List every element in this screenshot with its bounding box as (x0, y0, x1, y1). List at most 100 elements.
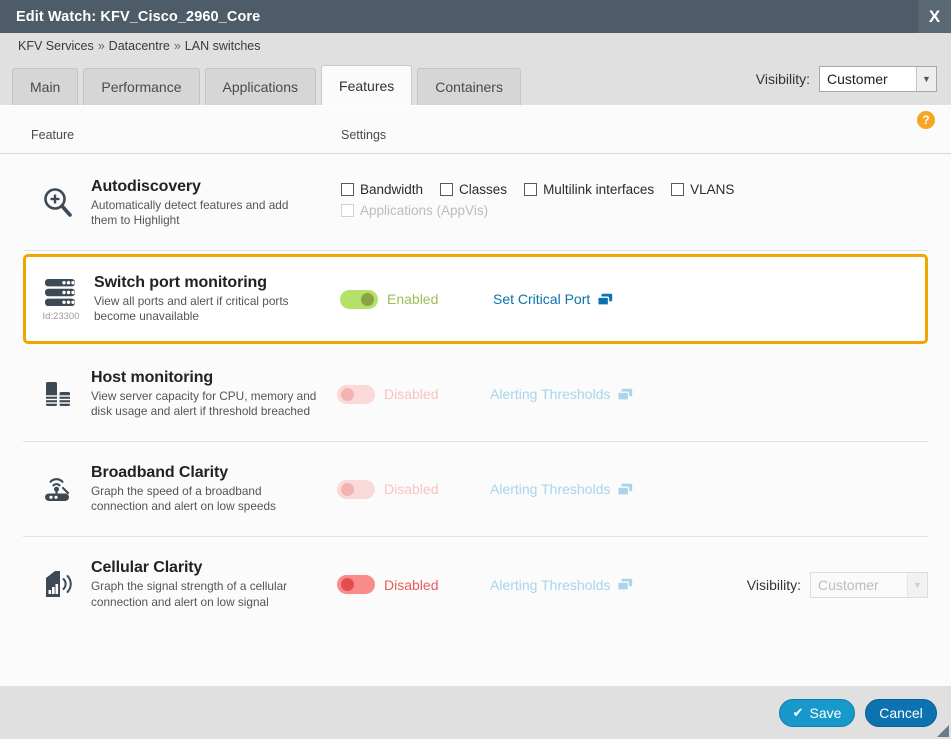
feature-row-autodiscovery: Autodiscovery Automatically detect featu… (23, 156, 928, 251)
link-label: Alerting Thresholds (490, 481, 610, 497)
checkbox-bandwidth[interactable]: Bandwidth (341, 182, 423, 197)
feature-row-cellular-clarity: Cellular Clarity Graph the signal streng… (23, 537, 928, 632)
save-button[interactable]: ✔ Save (779, 699, 855, 727)
popout-icon (617, 483, 633, 496)
column-header-settings: Settings (341, 128, 386, 142)
close-icon[interactable]: X (918, 0, 951, 33)
top-visibility-select[interactable]: Customer ▼ (819, 66, 937, 92)
toggle-host-monitoring[interactable] (337, 385, 375, 404)
checkbox-vlans[interactable]: VLANS (671, 182, 734, 197)
feature-row-switch-port-monitoring[interactable]: Id:23300 Switch port monitoring View all… (23, 254, 928, 344)
toggle-broadband-clarity[interactable] (337, 480, 375, 499)
magnifier-plus-icon (23, 186, 85, 220)
checkbox-label: Applications (AppVis) (360, 203, 488, 218)
column-headers: Feature Settings (0, 128, 951, 154)
feature-title: Switch port monitoring (94, 274, 338, 292)
top-visibility-value: Customer (820, 71, 888, 87)
feature-text-switch-port-monitoring: Switch port monitoring View all ports an… (88, 274, 338, 324)
alerting-thresholds-link-cellular: Alerting Thresholds (490, 577, 633, 593)
breadcrumb-item-datacentre[interactable]: Datacentre (109, 39, 170, 53)
feature-title: Host monitoring (91, 369, 335, 387)
feature-list: Autodiscovery Automatically detect featu… (23, 156, 928, 632)
column-header-feature: Feature (31, 128, 74, 142)
toggle-group-cellular-clarity: Disabled (337, 575, 438, 594)
link-label: Set Critical Port (493, 291, 590, 307)
set-critical-port-link[interactable]: Set Critical Port (493, 291, 613, 307)
toggle-group-switch-port-monitoring: Enabled (340, 290, 438, 309)
cellular-visibility-value: Customer (811, 577, 879, 593)
save-button-label: Save (809, 705, 841, 721)
switch-icon: Id:23300 (26, 277, 88, 322)
check-icon: ✔ (793, 705, 804, 721)
chevron-down-icon: ▼ (907, 573, 927, 597)
feature-row-host-monitoring: Host monitoring View server capacity for… (23, 347, 928, 442)
feature-description: Graph the signal strength of a cellular … (91, 579, 335, 609)
feature-text-broadband-clarity: Broadband Clarity Graph the speed of a b… (85, 464, 335, 514)
feature-description: Graph the speed of a broadband connectio… (91, 484, 335, 514)
breadcrumb-item-lan-switches[interactable]: LAN switches (185, 39, 261, 53)
checkbox-box[interactable] (671, 183, 684, 196)
top-visibility-control: Visibility: Customer ▼ (756, 66, 937, 92)
checkbox-label: Bandwidth (360, 182, 423, 197)
checkbox-row-secondary: Applications (AppVis) (341, 203, 751, 218)
top-visibility-label: Visibility: (756, 71, 810, 87)
settings-host-monitoring: Disabled Alerting Thresholds (335, 347, 928, 441)
checkbox-box[interactable] (440, 183, 453, 196)
toggle-knob (341, 388, 354, 401)
breadcrumb-separator: » (170, 39, 185, 53)
checkbox-multilink-interfaces[interactable]: Multilink interfaces (524, 182, 654, 197)
settings-cellular-clarity: Disabled Alerting Thresholds Visibility: (335, 537, 928, 632)
features-panel: ? Feature Settings Autodisc (0, 105, 951, 686)
checkbox-label: VLANS (690, 182, 734, 197)
toggle-cellular-clarity[interactable] (337, 575, 375, 594)
breadcrumb: KFV Services » Datacentre » LAN switches (0, 33, 951, 59)
feature-id-label: Id:23300 (43, 311, 80, 322)
feature-text-host-monitoring: Host monitoring View server capacity for… (85, 369, 335, 419)
settings-autodiscovery: Bandwidth Classes Multilink interfaces (335, 156, 928, 250)
resize-grip-icon[interactable] (937, 725, 949, 737)
tab-containers[interactable]: Containers (417, 68, 521, 105)
settings-switch-port-monitoring: Enabled Set Critical Port (338, 257, 925, 341)
chevron-down-icon: ▼ (916, 67, 936, 91)
breadcrumb-separator: » (94, 39, 109, 53)
tab-features[interactable]: Features (321, 65, 412, 105)
link-label: Alerting Thresholds (490, 386, 610, 402)
toggle-knob (341, 578, 354, 591)
window-titlebar: Edit Watch: KFV_Cisco_2960_Core X (0, 0, 951, 33)
cellular-visibility-control: Visibility: Customer ▼ (747, 572, 928, 598)
help-icon[interactable]: ? (917, 111, 935, 129)
edit-watch-dialog: Edit Watch: KFV_Cisco_2960_Core X KFV Se… (0, 0, 951, 739)
server-icon (23, 378, 85, 410)
toggle-group-host-monitoring: Disabled (337, 385, 438, 404)
cellular-visibility-select: Customer ▼ (810, 572, 928, 598)
feature-row-broadband-clarity: Broadband Clarity Graph the speed of a b… (23, 442, 928, 537)
feature-description: Automatically detect features and add th… (91, 198, 335, 228)
cancel-button[interactable]: Cancel (865, 699, 937, 727)
checkbox-label: Classes (459, 182, 507, 197)
popout-icon (617, 578, 633, 591)
feature-description: View server capacity for CPU, memory and… (91, 389, 335, 419)
tab-main[interactable]: Main (12, 68, 78, 105)
tab-applications[interactable]: Applications (205, 68, 317, 105)
toggle-state-label: Disabled (384, 577, 438, 593)
checkbox-box[interactable] (341, 183, 354, 196)
checkbox-classes[interactable]: Classes (440, 182, 507, 197)
toggle-switch-port-monitoring[interactable] (340, 290, 378, 309)
tab-performance[interactable]: Performance (83, 68, 199, 105)
alerting-thresholds-link-broadband: Alerting Thresholds (490, 481, 633, 497)
window-title: Edit Watch: KFV_Cisco_2960_Core (0, 9, 260, 25)
checkbox-box[interactable] (524, 183, 537, 196)
router-icon (23, 473, 85, 505)
checkbox-box (341, 204, 354, 217)
link-label: Alerting Thresholds (490, 577, 610, 593)
toggle-group-broadband-clarity: Disabled (337, 480, 438, 499)
dialog-footer: ✔ Save Cancel (0, 686, 951, 739)
cellular-visibility-label: Visibility: (747, 577, 801, 593)
feature-text-cellular-clarity: Cellular Clarity Graph the signal streng… (85, 559, 335, 609)
toggle-state-label: Disabled (384, 481, 438, 497)
feature-title: Cellular Clarity (91, 559, 335, 577)
popout-icon (617, 388, 633, 401)
feature-description: View all ports and alert if critical por… (94, 294, 338, 324)
breadcrumb-item-root[interactable]: KFV Services (18, 39, 94, 53)
checkbox-label: Multilink interfaces (543, 182, 654, 197)
